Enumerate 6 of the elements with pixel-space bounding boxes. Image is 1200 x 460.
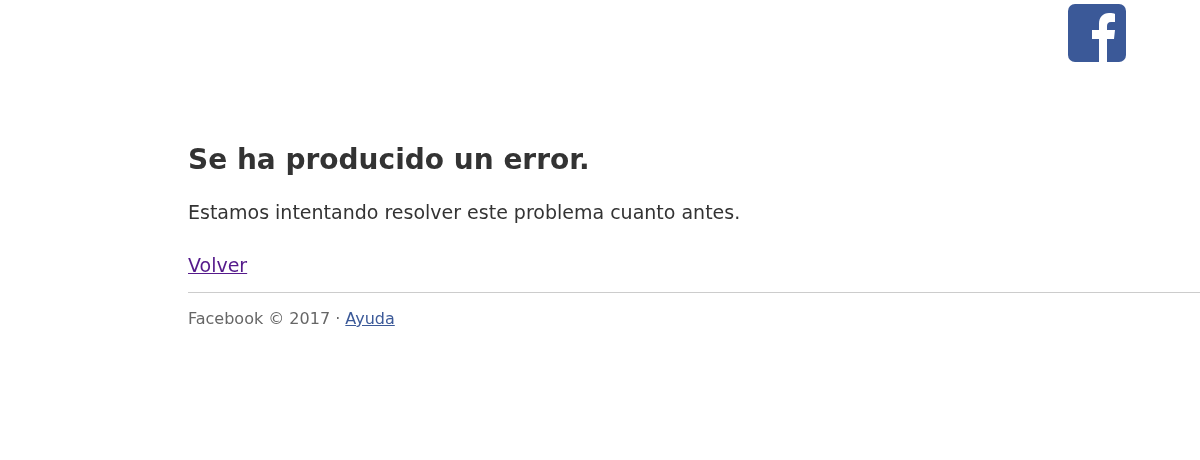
logo-icon[interactable]	[1068, 4, 1126, 62]
error-title: Se ha producido un error.	[188, 142, 590, 178]
help-link[interactable]: Ayuda	[345, 309, 395, 328]
error-message: Estamos intentando resolver este problema cuanto antes.	[188, 200, 741, 225]
footer-text: Facebook © 2017 · Ayuda	[188, 308, 395, 330]
back-link[interactable]: Volver	[188, 252, 248, 278]
